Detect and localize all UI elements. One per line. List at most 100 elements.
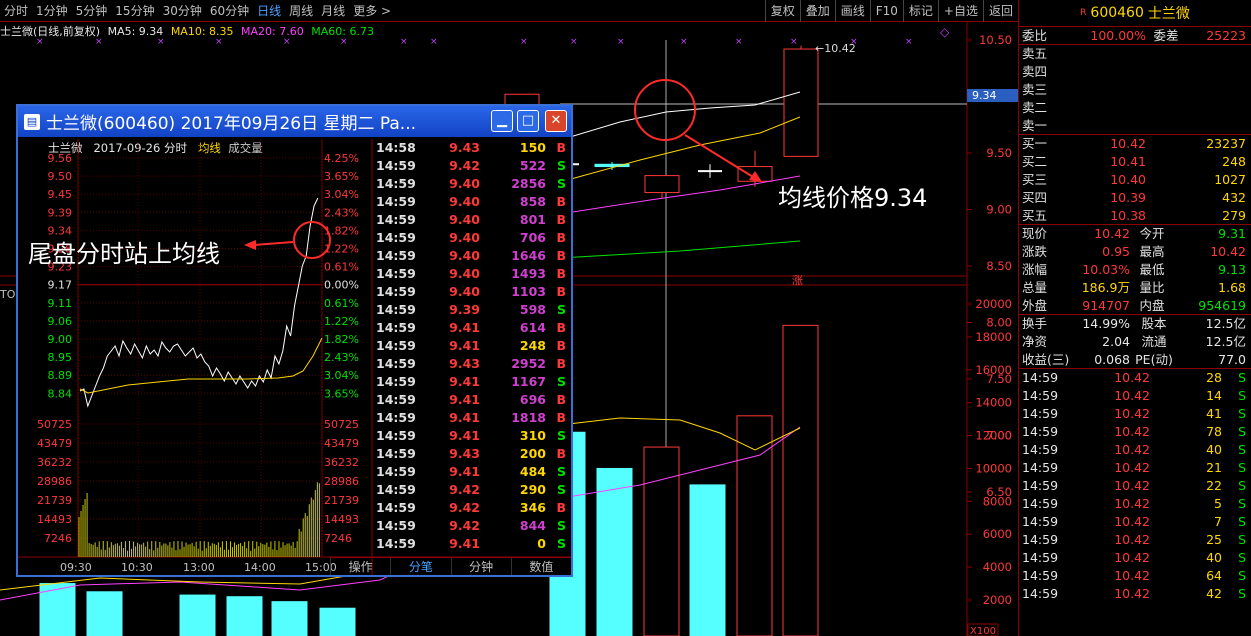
pop-pct-label-12: 3.04% [324,369,359,382]
tool-button-0[interactable]: 复权 [764,0,800,22]
signal-dot-7: × [430,37,438,47]
vol-label-0: 20000 [975,297,1012,311]
tool-button-1[interactable]: 叠加 [799,0,835,22]
stat2-row-0: 换手 14.99% 股本 12.5亿 [1019,315,1251,333]
limit-up-marker: 涨 [792,274,803,287]
pop-pct-label-5: 1.22% [324,243,359,256]
signal-dot-10: × [617,37,625,47]
sell-vol [1146,63,1246,81]
popup-arrowhead [244,240,256,250]
pop-pct-label-11: 2.43% [324,351,359,364]
stat2-label: 换手 [1022,316,1048,331]
pop-vol-label-2: 36232 [37,456,72,469]
period-toolbar: 分时 1分钟 5分钟 15分钟 30分钟 60分钟 日线 周线 月线 更多 > 复权 叠加 画线 F10 标… [0,0,1018,22]
tick-row-9: 14:59 9.39 598 S [374,301,571,319]
close-button[interactable]: ✕ [545,110,567,132]
price-label-3: 9.00 [986,203,1012,217]
signal-dot-11: × [680,37,688,47]
tick-volume: 1818 [511,410,546,425]
trade-vol: 78 [1206,424,1222,439]
tick-row-17: 14:59 9.43 200 B [374,445,571,463]
vol-label-6: 8000 [983,494,1012,508]
popup-tab-3[interactable]: 数值 [510,558,571,575]
buy-price: 10.41 [1110,154,1146,169]
tick-time: 14:59 [376,212,416,227]
tick-price: 9.42 [449,158,480,173]
pop-pct-label-8: 0.61% [324,297,359,310]
popup-tab-1[interactable]: 分笔 [390,558,450,575]
vol-label-9: 2000 [983,593,1012,607]
tick-list[interactable]: 14:58 9.43 150 B 14:59 9.42 522 S 14:59 9.40 2856 S… [374,139,571,553]
tick-price: 9.40 [449,230,480,245]
tick-row-21: 14:59 9.42 844 S [374,517,571,535]
annotation-arrow [684,134,759,181]
period-tab-5[interactable]: 60分钟 [206,0,253,22]
popup-tab-0[interactable]: 操作 [330,558,390,575]
period-tab-6[interactable]: 日线 [253,0,285,22]
trade-side: S [1238,550,1246,565]
tick-side: B [556,446,566,461]
stat-value: 10.42 [1094,226,1130,241]
buy-vol: 1027 [1214,172,1246,187]
tick-time: 14:59 [376,518,416,533]
pop-time-label-3: 14:00 [244,561,276,574]
intraday-popup-window[interactable]: ▤ 士兰微(600460) 2017年09月26日 星期二 Pa... ▁ □ … [16,104,573,577]
tick-volume: 522 [519,158,546,173]
pop-price-label-10: 9.00 [48,333,73,346]
tick-time: 14:59 [376,356,416,371]
tool-button-5[interactable]: +自选 [937,0,983,22]
buy-row-4: 买五 10.38 279 [1019,207,1251,225]
tick-time: 14:58 [376,140,416,155]
tool-button-2[interactable]: 画线 [834,0,870,22]
stat-label2: 内盘 [1139,298,1165,313]
pop-vol-label-6: 7246 [44,532,72,545]
tick-time: 14:59 [376,158,416,173]
period-tab-3[interactable]: 15分钟 [111,0,158,22]
minimize-button[interactable]: ▁ [491,110,513,132]
period-tab-4[interactable]: 30分钟 [159,0,206,22]
tool-button-4[interactable]: 标记 [902,0,938,22]
tick-time: 14:59 [376,302,416,317]
trade-price: 10.42 [1114,550,1150,565]
buy-row-2: 买三 10.40 1027 [1019,171,1251,189]
stat-label: 涨跌 [1022,244,1048,259]
popup-tab-2[interactable]: 分钟 [450,558,511,575]
trade-side: S [1238,496,1246,511]
buy-price: 10.39 [1110,190,1146,205]
popup-titlebar[interactable]: ▤ 士兰微(600460) 2017年09月26日 星期二 Pa... [18,106,571,137]
tick-price: 9.41 [449,536,480,551]
tick-side: S [556,176,566,191]
trade-side: S [1238,478,1246,493]
ratio-label: 委比 [1022,28,1048,43]
tool-button-3[interactable]: F10 [869,0,903,22]
period-tab-2[interactable]: 5分钟 [72,0,112,22]
sell-row-1: 卖四 [1019,63,1251,81]
tick-volume: 1493 [511,266,546,281]
stat2-value: 0.068 [1094,352,1130,367]
stat2-label2: 流通 [1141,334,1167,349]
popup-title: 士兰微(600460) 2017年09月26日 星期二 Pa... [46,114,417,134]
pop-pct-label-9: 1.22% [324,315,359,328]
stat2-row-1: 净资 2.04 流通 12.5亿 [1019,333,1251,351]
volume-bar-1 [86,591,123,636]
period-tab-0[interactable]: 分时 [0,0,32,22]
trade-time: 14:59 [1022,568,1059,583]
sell-vol [1146,81,1246,99]
period-tab-8[interactable]: 月线 [317,0,349,22]
tool-button-6[interactable]: 返回 [982,0,1018,22]
maximize-button[interactable]: □ [517,110,539,132]
period-tab-7[interactable]: 周线 [285,0,317,22]
pop-time-label-2: 13:00 [183,561,215,574]
sell-label: 卖二 [1022,100,1048,115]
pop-price-label-1: 9.50 [48,170,73,183]
trade-side: S [1238,442,1246,457]
period-tab-9[interactable]: 更多 > [349,0,395,22]
tick-volume: 2952 [511,356,546,371]
tick-price: 9.41 [449,464,480,479]
tick-row-14: 14:59 9.41 696 B [374,391,571,409]
corner-diamond: ◇ [940,25,950,39]
tick-time: 14:59 [376,194,416,209]
popup-tabs: 操作 分笔 分钟 数值 [330,557,571,575]
period-tab-1[interactable]: 1分钟 [32,0,72,22]
sell-label: 卖四 [1022,64,1048,79]
